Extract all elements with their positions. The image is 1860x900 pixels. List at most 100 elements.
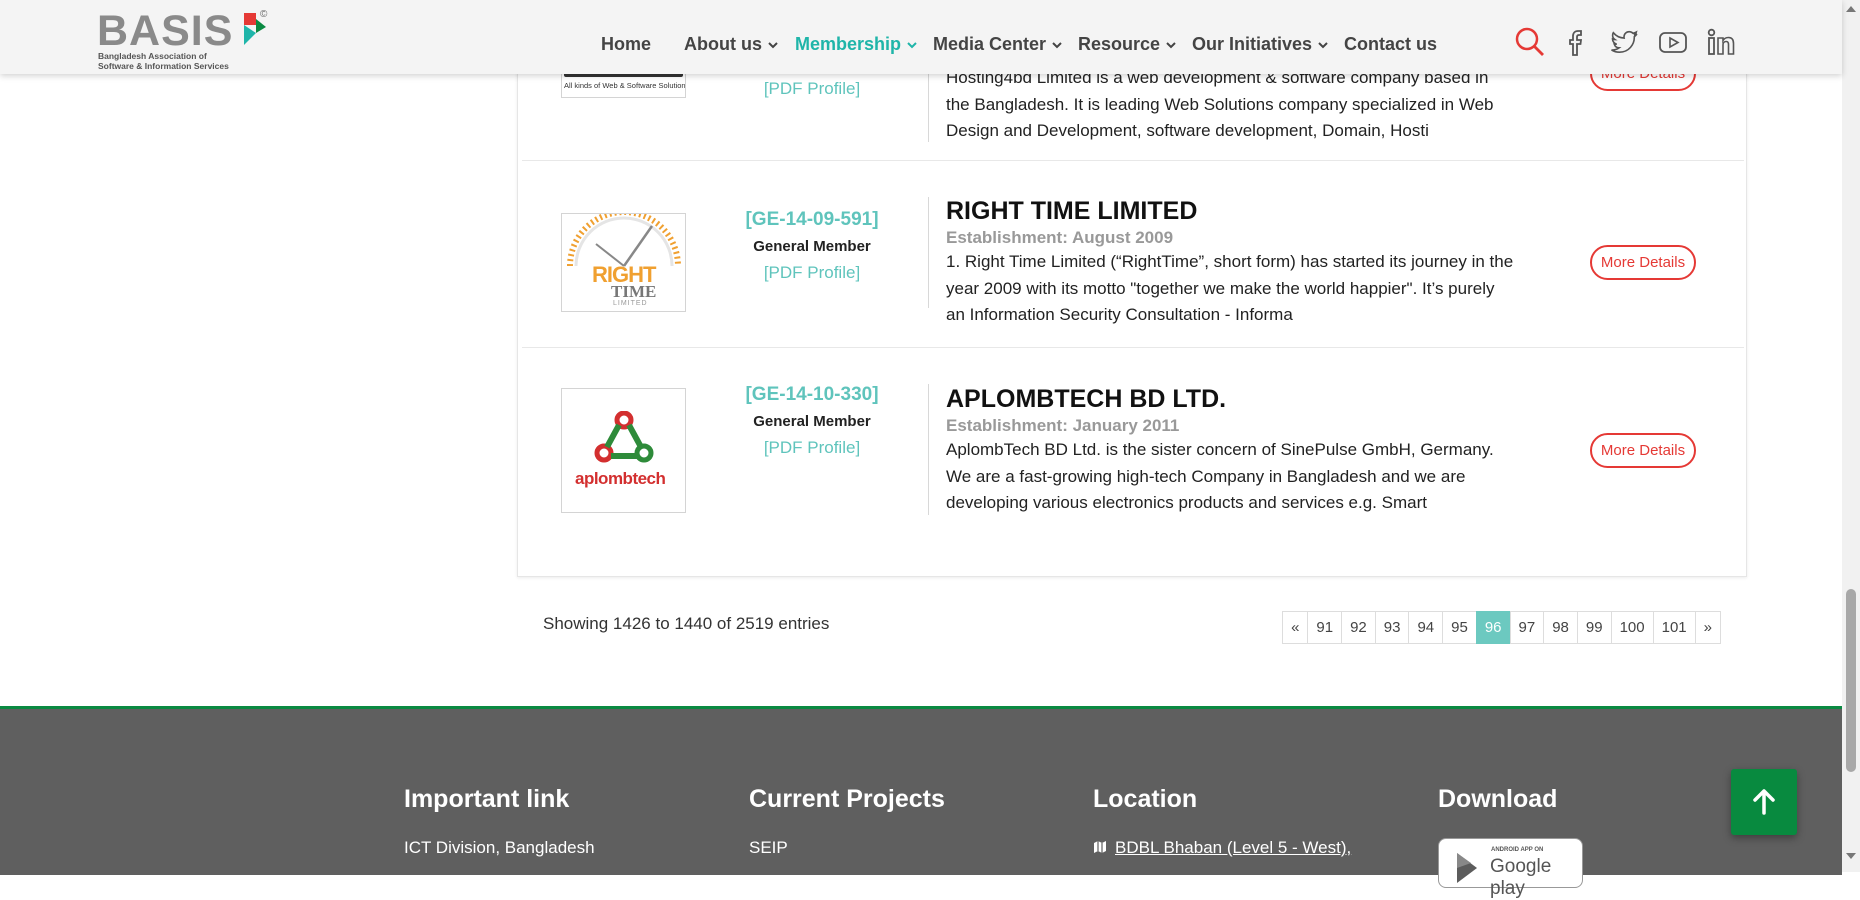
back-to-top-button[interactable] [1731, 769, 1797, 835]
footer-location: Location BDBL Bhaban (Level 5 - West), [1093, 785, 1351, 858]
member-establishment: Establishment: January 2011 [946, 416, 1180, 435]
logo-time: TIME [611, 282, 657, 301]
google-play-icon [1457, 853, 1477, 883]
google-play-badge[interactable]: ANDROID APP ON Google play [1438, 838, 1583, 899]
site-header: BASIS © Bangladesh Association of Softwa… [0, 0, 1842, 74]
pdf-profile-link[interactable]: [PDF Profile] [692, 438, 932, 458]
more-details-button[interactable]: More Details [1590, 245, 1696, 280]
divider [928, 197, 929, 308]
member-info: APLOMBTECH BD LTD. Establishment: Januar… [946, 384, 1516, 517]
chevron-down-icon [768, 41, 778, 48]
scroll-down-arrow[interactable] [1846, 853, 1856, 859]
hosting-logo-tagline: All kinds of Web & Software Solution [564, 81, 686, 90]
footer-location-link[interactable]: BDBL Bhaban (Level 5 - West), [1093, 838, 1351, 858]
linkedin-icon[interactable] [1705, 26, 1737, 58]
member-meta: [GE-14-10-330] General Member [PDF Profi… [692, 384, 932, 458]
google-play-small-text: ANDROID APP ON [1491, 847, 1544, 853]
member-description: 1. Right Time Limited (“RightTime”, shor… [946, 252, 1514, 324]
member-info: Hosting4bd Limited is a web development … [946, 64, 1516, 145]
footer-current-projects: Current Projects SEIP [749, 785, 945, 858]
member-description: Hosting4bd Limited is a web development … [946, 68, 1494, 140]
page-101[interactable]: 101 [1652, 611, 1696, 644]
page-prev[interactable]: « [1282, 611, 1309, 644]
entries-info: Showing 1426 to 1440 of 2519 entries [543, 614, 830, 633]
search-icon[interactable] [1514, 26, 1546, 58]
logo-wordmark: BASIS [97, 7, 234, 55]
chevron-down-icon [1166, 41, 1176, 48]
member-code: [GE-14-09-591] [745, 209, 879, 230]
member-type: General Member [753, 238, 871, 255]
member-type: General Member [753, 413, 871, 430]
page-98[interactable]: 98 [1543, 611, 1578, 644]
page-97[interactable]: 97 [1509, 611, 1545, 644]
member-description: AplombTech BD Ltd. is the sister concern… [946, 440, 1494, 512]
footer-link-seip[interactable]: SEIP [749, 838, 945, 858]
page-91[interactable]: 91 [1307, 611, 1343, 644]
footer-important-links: Important link ICT Division, Bangladesh [404, 785, 595, 858]
google-play-text: Google play [1490, 856, 1552, 899]
divider [928, 384, 929, 515]
logo-limited: LIMITED [613, 300, 648, 307]
scrollbar-thumb[interactable] [1846, 589, 1856, 772]
nav-home-label: Home [601, 34, 652, 54]
footer-heading: Important link [404, 785, 570, 813]
member-code: [GE-14-10-330] [745, 384, 879, 405]
member-logo: aplombtech [561, 388, 686, 513]
page-next[interactable]: » [1694, 611, 1721, 644]
member-info: RIGHT TIME LIMITED Establishment: August… [946, 196, 1516, 329]
map-icon [1094, 841, 1106, 853]
nav-our-initiatives[interactable]: Our Initiatives [1192, 34, 1329, 55]
pdf-profile-link[interactable]: [PDF Profile] [692, 79, 932, 99]
footer-download: Download [1438, 785, 1557, 814]
nav-about-label: About us [684, 34, 762, 54]
page-scrollbar[interactable] [1842, 0, 1860, 872]
member-title[interactable]: APLOMBTECH BD LTD. [946, 384, 1516, 414]
logo-registered-mark: © [260, 9, 268, 20]
page-92[interactable]: 92 [1341, 611, 1376, 644]
member-row: aplombtech [GE-14-10-330] General Member… [522, 347, 1744, 547]
scroll-up-arrow[interactable] [1846, 6, 1856, 12]
youtube-icon[interactable] [1657, 26, 1689, 58]
nav-initiatives-label: Our Initiatives [1192, 34, 1313, 54]
footer-location-text: BDBL Bhaban (Level 5 - West), [1115, 838, 1352, 857]
nav-home[interactable]: Home [601, 34, 651, 55]
page-96-current[interactable]: 96 [1475, 611, 1511, 644]
member-meta: [PDF Profile] [692, 79, 932, 99]
nav-membership[interactable]: Membership [795, 34, 918, 55]
nav-resource-label: Resource [1078, 34, 1161, 54]
aplombtech-logo-text: aplombtech [575, 469, 666, 488]
footer-heading: Download [1438, 785, 1558, 813]
chevron-down-icon [1052, 41, 1062, 48]
member-establishment: Establishment: August 2009 [946, 228, 1174, 247]
twitter-icon[interactable] [1608, 26, 1640, 58]
page-99[interactable]: 99 [1576, 611, 1612, 644]
footer-heading: Current Projects [749, 785, 945, 813]
nav-media-center[interactable]: Media Center [933, 34, 1063, 55]
chevron-down-icon [1318, 41, 1328, 48]
nav-resource[interactable]: Resource [1078, 34, 1177, 55]
footer-link-ict-division[interactable]: ICT Division, Bangladesh [404, 838, 595, 858]
basis-logo[interactable]: BASIS © Bangladesh Association of Softwa… [97, 9, 277, 71]
footer-heading: Location [1093, 785, 1198, 813]
member-meta: [GE-14-09-591] General Member [PDF Profi… [692, 209, 932, 283]
pdf-profile-link[interactable]: [PDF Profile] [692, 263, 932, 283]
member-title[interactable]: RIGHT TIME LIMITED [946, 196, 1516, 226]
member-logo: RIGHT TIME LIMITED [561, 213, 686, 312]
pagination: « 91 92 93 94 95 96 97 98 99 100 101 » [1282, 611, 1721, 644]
logo-subtitle-line2: Software & Information Services [98, 61, 229, 71]
page-95[interactable]: 95 [1442, 611, 1477, 644]
nav-contact-label: Contact us [1344, 34, 1438, 54]
nav-membership-label: Membership [795, 34, 902, 54]
nav-about-us[interactable]: About us [684, 34, 779, 55]
arrow-up-icon [1753, 789, 1775, 815]
members-list: All kinds of Web & Software Solution [PD… [517, 40, 1747, 577]
nav-contact-us[interactable]: Contact us [1344, 34, 1437, 55]
page-94[interactable]: 94 [1408, 611, 1444, 644]
nav-media-label: Media Center [933, 34, 1047, 54]
chevron-down-icon [907, 41, 917, 48]
page-100[interactable]: 100 [1610, 611, 1654, 644]
page-93[interactable]: 93 [1374, 611, 1410, 644]
logo-subtitle-line1: Bangladesh Association of [98, 51, 207, 61]
facebook-icon[interactable] [1562, 26, 1594, 58]
more-details-button[interactable]: More Details [1590, 433, 1696, 468]
